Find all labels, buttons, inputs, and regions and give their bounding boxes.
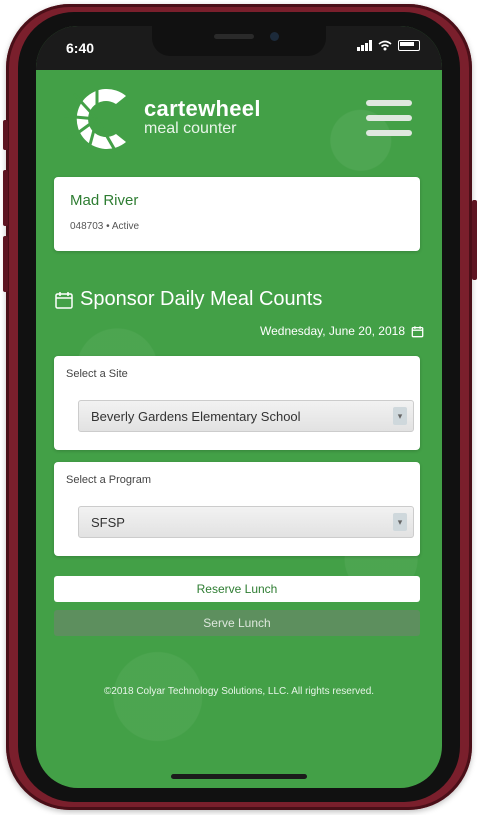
signal-icon — [357, 40, 372, 51]
volume-up-button — [3, 170, 8, 226]
reserve-lunch-button[interactable]: Reserve Lunch — [54, 576, 420, 602]
section-header: Sponsor Daily Meal Counts — [54, 288, 322, 311]
speaker-grille — [214, 34, 254, 39]
status-time: 6:40 — [66, 40, 95, 56]
phone-screen: 6:40 cartewheel meal counter Mad River 0… — [36, 26, 442, 788]
status-icons — [357, 40, 420, 51]
program-select-value: SFSP — [91, 515, 125, 530]
sponsor-card[interactable]: Mad River 048703 • Active — [54, 177, 420, 251]
brand-wordmark: cartewheel meal counter — [144, 96, 261, 138]
front-camera — [270, 32, 279, 41]
sponsor-meta: 048703 • Active — [70, 221, 140, 232]
chevron-down-icon: ▾ — [393, 513, 407, 531]
calendar-icon — [55, 291, 73, 309]
sponsor-name: Mad River — [70, 192, 139, 209]
site-select-value: Beverly Gardens Elementary School — [91, 409, 301, 424]
hamburger-icon[interactable] — [366, 100, 412, 136]
section-title: Sponsor Daily Meal Counts — [80, 288, 323, 310]
brand-name: cartewheel — [144, 96, 261, 121]
notch — [152, 26, 326, 56]
serve-lunch-button[interactable]: Serve Lunch — [54, 610, 420, 636]
volume-down-button — [3, 236, 8, 292]
footer-copyright: ©2018 Colyar Technology Solutions, LLC. … — [103, 686, 375, 697]
wifi-icon — [378, 40, 392, 51]
site-select-card: Select a Site Beverly Gardens Elementary… — [54, 356, 420, 450]
home-indicator[interactable] — [171, 774, 307, 779]
program-select-card: Select a Program SFSP ▾ — [54, 462, 420, 556]
brand-subtitle: meal counter — [144, 120, 237, 137]
date-picker[interactable]: Wednesday, June 20, 2018 — [260, 324, 424, 338]
site-select[interactable]: Beverly Gardens Elementary School ▾ — [78, 400, 414, 432]
mute-switch — [3, 120, 8, 150]
app-header: cartewheel meal counter — [36, 70, 442, 170]
current-date: Wednesday, June 20, 2018 — [260, 324, 405, 338]
cartewheel-logo[interactable] — [64, 86, 138, 152]
program-select-label: Select a Program — [66, 474, 151, 486]
site-select-label: Select a Site — [66, 368, 128, 380]
calendar-icon[interactable] — [411, 325, 424, 338]
battery-icon — [398, 40, 420, 51]
power-button — [472, 200, 477, 280]
program-select[interactable]: SFSP ▾ — [78, 506, 414, 538]
chevron-down-icon: ▾ — [393, 407, 407, 425]
